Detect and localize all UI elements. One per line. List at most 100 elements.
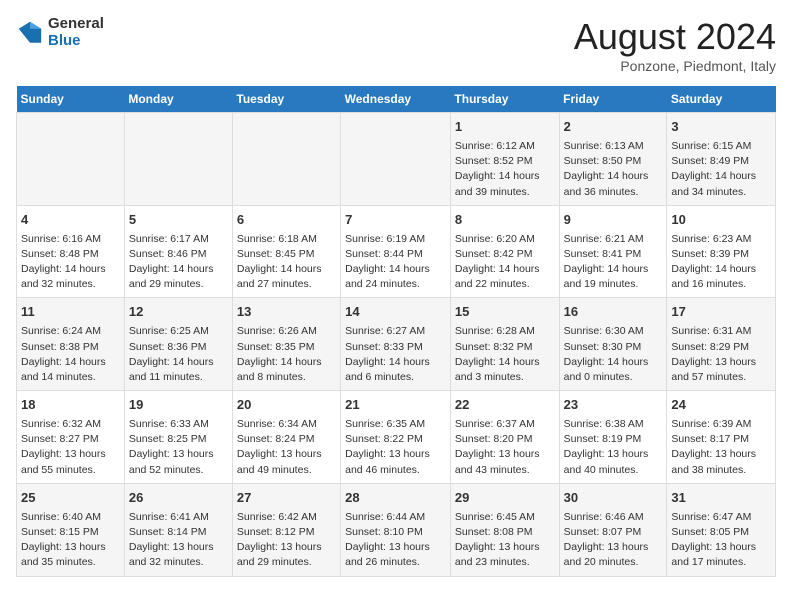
cell-info: Sunset: 8:42 PM [455, 247, 555, 262]
date-number: 6 [237, 211, 336, 230]
cell-info: Sunrise: 6:16 AM [21, 232, 120, 247]
page-header: General Blue August 2024 Ponzone, Piedmo… [16, 16, 776, 74]
page-title: August 2024 [574, 16, 776, 58]
calendar-cell: 3Sunrise: 6:15 AMSunset: 8:49 PMDaylight… [667, 113, 776, 206]
cell-info: Sunset: 8:19 PM [564, 432, 663, 447]
date-number: 25 [21, 489, 120, 508]
date-number: 26 [129, 489, 228, 508]
cell-info: Sunset: 8:32 PM [455, 340, 555, 355]
week-row-4: 18Sunrise: 6:32 AMSunset: 8:27 PMDayligh… [17, 391, 776, 484]
calendar-cell: 7Sunrise: 6:19 AMSunset: 8:44 PMDaylight… [341, 205, 451, 298]
cell-info: Sunrise: 6:26 AM [237, 324, 336, 339]
cell-info: Sunset: 8:22 PM [345, 432, 446, 447]
calendar-cell: 23Sunrise: 6:38 AMSunset: 8:19 PMDayligh… [559, 391, 667, 484]
calendar-cell: 19Sunrise: 6:33 AMSunset: 8:25 PMDayligh… [124, 391, 232, 484]
header-day-friday: Friday [559, 86, 667, 113]
header-day-wednesday: Wednesday [341, 86, 451, 113]
cell-info: Daylight: 13 hours and 57 minutes. [671, 355, 771, 385]
date-number: 16 [564, 303, 663, 322]
date-number: 5 [129, 211, 228, 230]
cell-info: Sunset: 8:20 PM [455, 432, 555, 447]
cell-info: Sunrise: 6:27 AM [345, 324, 446, 339]
cell-info: Daylight: 13 hours and 29 minutes. [237, 540, 336, 570]
calendar-cell: 5Sunrise: 6:17 AMSunset: 8:46 PMDaylight… [124, 205, 232, 298]
calendar-cell: 24 Sunrise: 6:39 AMSunset: 8:17 PMDayligh… [667, 391, 776, 484]
cell-info: Sunrise: 6:28 AM [455, 324, 555, 339]
logo-general: General [48, 16, 104, 33]
cell-info: Sunrise: 6:44 AM [345, 510, 446, 525]
logo-text: General Blue [48, 16, 104, 49]
week-row-3: 11Sunrise: 6:24 AMSunset: 8:38 PMDayligh… [17, 298, 776, 391]
date-number: 7 [345, 211, 446, 230]
cell-info: Sunset: 8:24 PM [237, 432, 336, 447]
cell-info: Sunset: 8:05 PM [671, 525, 771, 540]
cell-info: Sunset: 8:50 PM [564, 154, 663, 169]
cell-info: Sunset: 8:39 PM [671, 247, 771, 262]
calendar-cell: 26Sunrise: 6:41 AMSunset: 8:14 PMDayligh… [124, 483, 232, 576]
calendar-cell [232, 113, 340, 206]
cell-info: Sunrise: 6:39 AM [671, 417, 771, 432]
calendar-cell [341, 113, 451, 206]
date-number: 29 [455, 489, 555, 508]
cell-info: Daylight: 13 hours and 40 minutes. [564, 447, 663, 477]
cell-info: Sunset: 8:35 PM [237, 340, 336, 355]
cell-info: Sunrise: 6:33 AM [129, 417, 228, 432]
calendar-cell: 13Sunrise: 6:26 AMSunset: 8:35 PMDayligh… [232, 298, 340, 391]
cell-info: Daylight: 14 hours and 24 minutes. [345, 262, 446, 292]
date-number: 4 [21, 211, 120, 230]
calendar-cell: 22Sunrise: 6:37 AMSunset: 8:20 PMDayligh… [450, 391, 559, 484]
calendar-cell: 9Sunrise: 6:21 AMSunset: 8:41 PMDaylight… [559, 205, 667, 298]
cell-info: Sunrise: 6:41 AM [129, 510, 228, 525]
date-number: 20 [237, 396, 336, 415]
cell-info: Daylight: 13 hours and 17 minutes. [671, 540, 771, 570]
calendar-body: 1Sunrise: 6:12 AMSunset: 8:52 PMDaylight… [17, 113, 776, 577]
calendar-cell: 1Sunrise: 6:12 AMSunset: 8:52 PMDaylight… [450, 113, 559, 206]
cell-info: Daylight: 14 hours and 29 minutes. [129, 262, 228, 292]
calendar-table: SundayMondayTuesdayWednesdayThursdayFrid… [16, 86, 776, 577]
date-number: 23 [564, 396, 663, 415]
cell-info: Sunrise: 6:12 AM [455, 139, 555, 154]
date-number: 19 [129, 396, 228, 415]
cell-info: Sunrise: 6:25 AM [129, 324, 228, 339]
cell-info: Sunset: 8:27 PM [21, 432, 120, 447]
cell-info: Daylight: 13 hours and 38 minutes. [671, 447, 771, 477]
header-day-thursday: Thursday [450, 86, 559, 113]
header-row: SundayMondayTuesdayWednesdayThursdayFrid… [17, 86, 776, 113]
date-number: 21 [345, 396, 446, 415]
cell-info: Sunrise: 6:21 AM [564, 232, 663, 247]
logo: General Blue [16, 16, 104, 49]
cell-info: Sunset: 8:17 PM [671, 432, 771, 447]
cell-info: Daylight: 14 hours and 39 minutes. [455, 169, 555, 199]
cell-info: Sunset: 8:12 PM [237, 525, 336, 540]
cell-info: Sunrise: 6:30 AM [564, 324, 663, 339]
calendar-cell: 27Sunrise: 6:42 AMSunset: 8:12 PMDayligh… [232, 483, 340, 576]
cell-info: Daylight: 13 hours and 26 minutes. [345, 540, 446, 570]
cell-info: Sunrise: 6:35 AM [345, 417, 446, 432]
cell-info: Daylight: 13 hours and 32 minutes. [129, 540, 228, 570]
calendar-cell [124, 113, 232, 206]
title-block: August 2024 Ponzone, Piedmont, Italy [574, 16, 776, 74]
logo-icon [16, 19, 44, 47]
calendar-cell: 17Sunrise: 6:31 AMSunset: 8:29 PMDayligh… [667, 298, 776, 391]
cell-info: Sunrise: 6:15 AM [671, 139, 771, 154]
cell-info: Sunrise: 6:40 AM [21, 510, 120, 525]
date-number: 15 [455, 303, 555, 322]
calendar-cell: 21Sunrise: 6:35 AMSunset: 8:22 PMDayligh… [341, 391, 451, 484]
cell-info: Daylight: 13 hours and 23 minutes. [455, 540, 555, 570]
cell-info: Sunset: 8:41 PM [564, 247, 663, 262]
calendar-cell: 6Sunrise: 6:18 AMSunset: 8:45 PMDaylight… [232, 205, 340, 298]
cell-info: Daylight: 13 hours and 43 minutes. [455, 447, 555, 477]
cell-info: Daylight: 13 hours and 49 minutes. [237, 447, 336, 477]
calendar-cell: 12Sunrise: 6:25 AMSunset: 8:36 PMDayligh… [124, 298, 232, 391]
cell-info: Sunset: 8:08 PM [455, 525, 555, 540]
cell-info: Sunrise: 6:19 AM [345, 232, 446, 247]
date-number: 8 [455, 211, 555, 230]
date-number: 24 [671, 396, 771, 415]
cell-info: Sunset: 8:07 PM [564, 525, 663, 540]
cell-info: Daylight: 13 hours and 35 minutes. [21, 540, 120, 570]
calendar-cell: 4Sunrise: 6:16 AMSunset: 8:48 PMDaylight… [17, 205, 125, 298]
cell-info: Sunrise: 6:34 AM [237, 417, 336, 432]
week-row-2: 4Sunrise: 6:16 AMSunset: 8:48 PMDaylight… [17, 205, 776, 298]
cell-info: Sunset: 8:10 PM [345, 525, 446, 540]
cell-info: Sunrise: 6:24 AM [21, 324, 120, 339]
